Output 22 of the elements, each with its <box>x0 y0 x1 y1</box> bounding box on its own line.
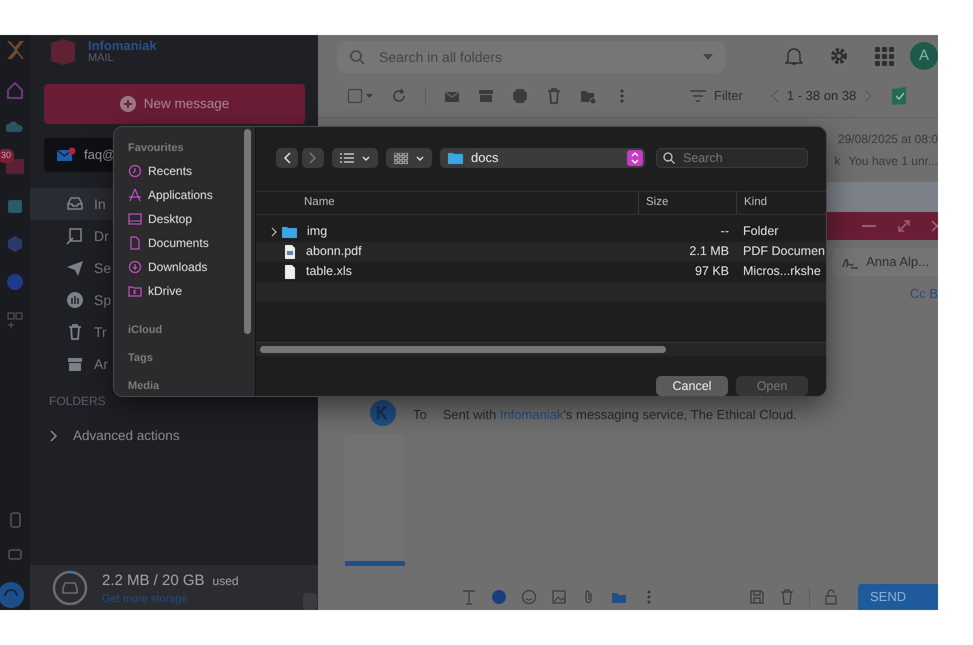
sidebar-heading: Media <box>128 379 160 393</box>
to-label: To <box>413 406 427 424</box>
file-size: 97 KB <box>694 263 729 280</box>
account-address: faq@ <box>84 146 116 164</box>
file-kind: PDF Documen <box>742 243 825 260</box>
brand-name: Infomaniak <box>88 39 157 52</box>
file-size: 2.1 MB <box>688 243 729 260</box>
storage-usage: 2.2 MB / 20 GB <box>102 571 205 592</box>
product-name: MAIL <box>88 52 115 65</box>
file-name: img <box>307 223 328 240</box>
file-size: -- <box>720 223 729 240</box>
badge-count: 30 <box>0 149 14 162</box>
pagination-label: 1 - 38 on 38 <box>786 87 856 106</box>
file-name: table.xls <box>306 263 352 280</box>
sidebar-heading: Tags <box>128 351 154 365</box>
file-kind: Micros...rkshe <box>742 263 821 280</box>
file-kind: Folder <box>742 223 778 240</box>
storage-label: used <box>212 573 239 590</box>
sidebar-heading: iCloud <box>128 323 164 337</box>
file-name: abonn.pdf <box>306 243 362 260</box>
section-heading: FOLDERS <box>49 393 106 410</box>
signature-text: Sent with Infomaniak's messaging service, The Ethical Cloud. <box>442 406 797 424</box>
